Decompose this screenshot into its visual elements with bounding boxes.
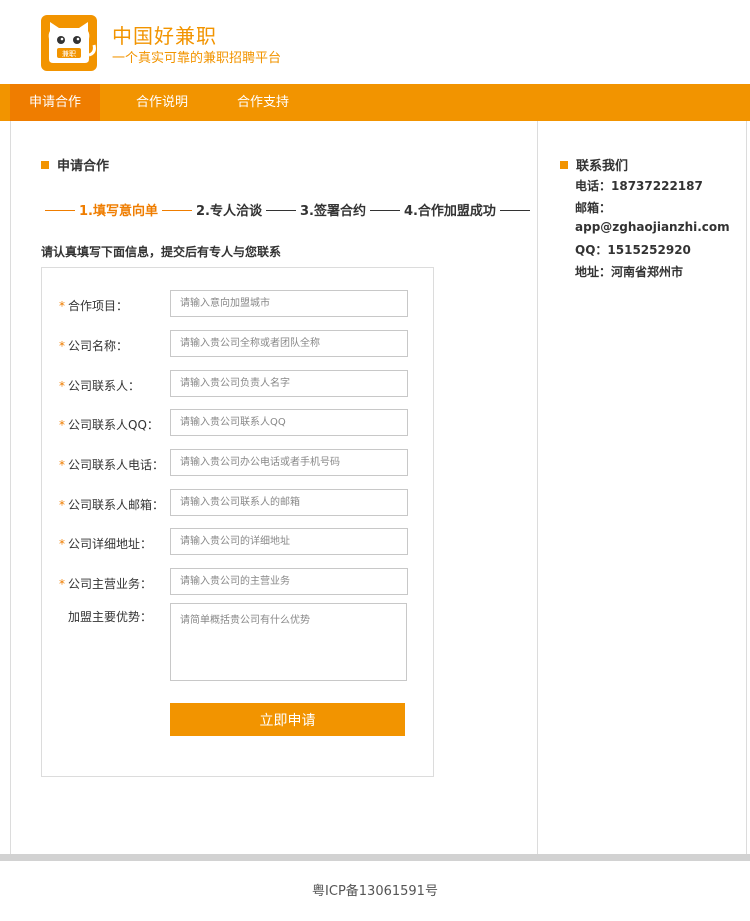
progress-steps: 1.填写意向单 2.专人洽谈 3.签署合约 4.合作加盟成功 bbox=[41, 200, 534, 219]
field-label-address: * 公司详细地址： bbox=[59, 537, 153, 551]
square-bullet-icon bbox=[41, 161, 49, 169]
step-3: 3.签署合约 bbox=[299, 204, 366, 219]
footer-divider bbox=[0, 854, 750, 861]
step-line bbox=[161, 210, 192, 211]
required-mark: * bbox=[59, 537, 65, 551]
section-title: 申请合作 bbox=[41, 155, 109, 174]
square-bullet-icon bbox=[560, 161, 568, 169]
required-mark: * bbox=[59, 418, 65, 432]
footer-icp[interactable]: 粤ICP备13061591号 bbox=[0, 880, 750, 899]
logo-text: 兼职 bbox=[62, 49, 76, 58]
step-line bbox=[265, 210, 296, 211]
contact-address: 地址：河南省郑州市 bbox=[575, 265, 684, 279]
step-line bbox=[369, 210, 400, 211]
contact-qq-input[interactable] bbox=[170, 409, 408, 436]
advantage-textarea[interactable] bbox=[170, 603, 407, 681]
required-mark: * bbox=[59, 339, 65, 353]
nav-item-apply[interactable]: 申请合作 bbox=[10, 84, 100, 121]
field-label-company-name: * 公司名称： bbox=[59, 339, 129, 353]
business-input[interactable] bbox=[170, 568, 408, 595]
section-title-text: 申请合作 bbox=[57, 159, 110, 174]
field-label-business: * 公司主营业务： bbox=[59, 577, 153, 591]
field-label-advantage: 加盟主要优势： bbox=[68, 610, 153, 624]
brand-title: 中国好兼职 bbox=[112, 24, 217, 48]
column-divider bbox=[537, 121, 538, 854]
step-line bbox=[499, 210, 530, 211]
field-label-contact-email: * 公司联系人邮箱： bbox=[59, 498, 165, 512]
step-2: 2.专人洽谈 bbox=[195, 204, 262, 219]
contact-phone: 电话：18737222187 bbox=[575, 179, 703, 193]
sidebar-title-text: 联系我们 bbox=[576, 159, 629, 174]
step-4: 4.合作加盟成功 bbox=[403, 204, 496, 219]
contact-email-value[interactable]: app@zghaojianzhi.com bbox=[575, 220, 730, 234]
submit-button[interactable]: 立即申请 bbox=[170, 703, 405, 736]
cat-logo-icon[interactable]: 兼职 bbox=[41, 15, 97, 71]
required-mark: * bbox=[59, 299, 65, 313]
field-label-project: * 合作项目： bbox=[59, 299, 129, 313]
step-line bbox=[45, 210, 75, 211]
contact-qq: QQ：1515252920 bbox=[575, 243, 691, 257]
field-label-contact-phone: * 公司联系人电话： bbox=[59, 458, 165, 472]
form-hint: 请认真填写下面信息，提交后有专人与您联系 bbox=[41, 245, 282, 259]
sidebar-title: 联系我们 bbox=[560, 155, 628, 174]
contact-email-input[interactable] bbox=[170, 489, 408, 516]
nav-item-support[interactable]: 合作支持 bbox=[218, 84, 308, 121]
contact-email-label: 邮箱： bbox=[575, 201, 612, 215]
required-mark: * bbox=[59, 379, 65, 393]
step-1: 1.填写意向单 bbox=[79, 204, 158, 219]
company-name-input[interactable] bbox=[170, 330, 408, 357]
contact-person-input[interactable] bbox=[170, 370, 408, 397]
field-label-contact-qq: * 公司联系人QQ： bbox=[59, 418, 159, 432]
required-mark: * bbox=[59, 498, 65, 512]
required-mark: * bbox=[59, 577, 65, 591]
address-input[interactable] bbox=[170, 528, 408, 555]
main-nav: 申请合作 合作说明 合作支持 bbox=[0, 84, 750, 121]
brand-subtitle: 一个真实可靠的兼职招聘平台 bbox=[112, 51, 282, 66]
field-label-contact-person: * 公司联系人： bbox=[59, 379, 141, 393]
contact-phone-input[interactable] bbox=[170, 449, 408, 476]
header: 兼职 中国好兼职 一个真实可靠的兼职招聘平台 bbox=[0, 0, 750, 84]
required-mark: * bbox=[59, 458, 65, 472]
project-input[interactable] bbox=[170, 290, 408, 317]
nav-item-explanation[interactable]: 合作说明 bbox=[117, 84, 207, 121]
